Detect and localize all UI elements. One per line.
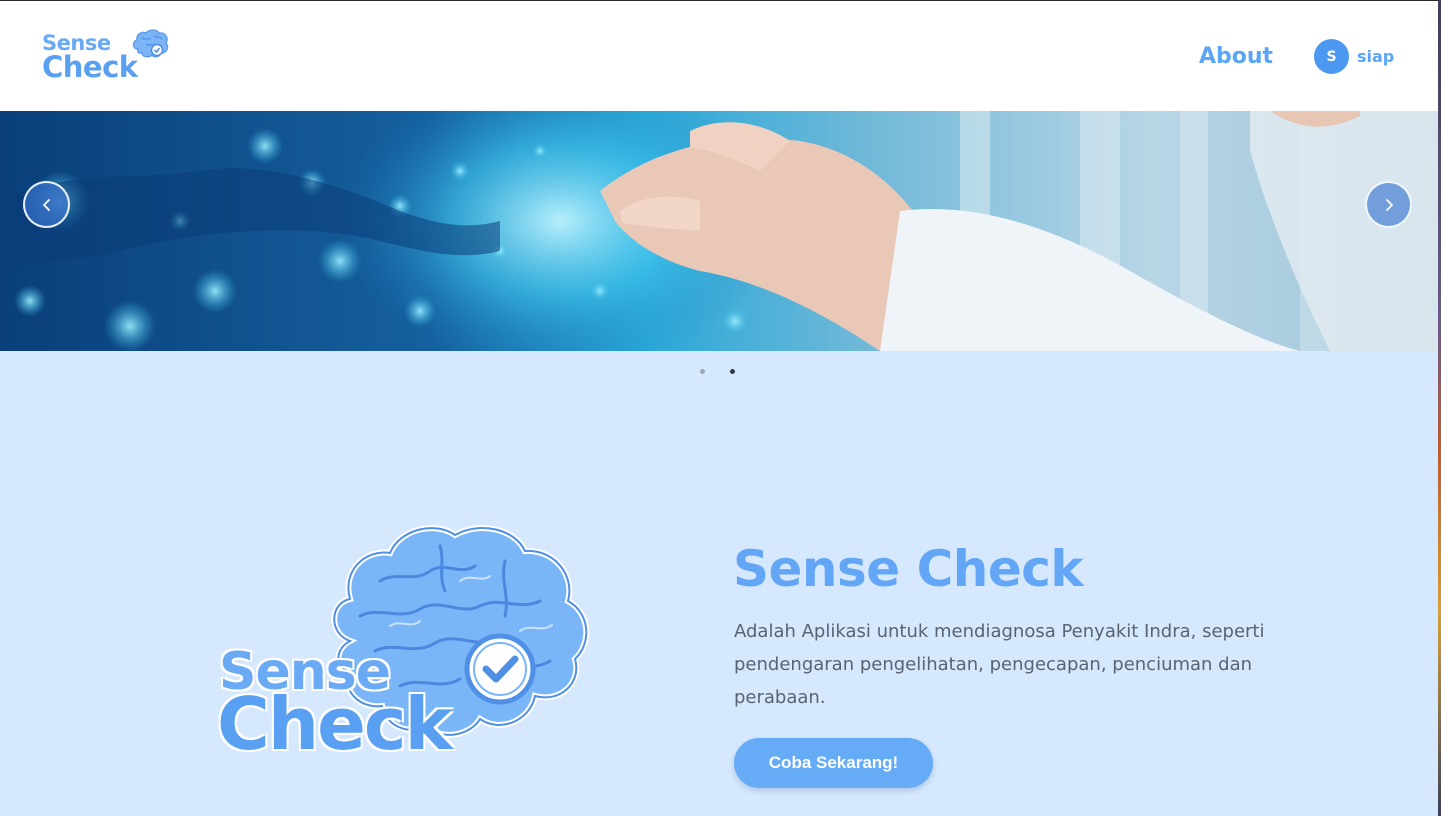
chevron-left-icon	[42, 198, 50, 211]
logo-text-check: Check	[42, 50, 138, 84]
brain-icon	[132, 29, 169, 58]
hero-carousel	[0, 111, 1438, 351]
nav-about-link[interactable]: About	[1199, 43, 1273, 71]
carousel-indicator-2[interactable]	[730, 369, 735, 374]
brand-logo[interactable]: Sense Check	[42, 29, 172, 85]
try-now-button[interactable]: Coba Sekarang!	[734, 738, 933, 788]
carousel-indicator-1[interactable]	[700, 369, 705, 374]
user-name: siap	[1357, 47, 1395, 66]
carousel-indicators	[700, 369, 760, 374]
carousel-next-button[interactable]	[1365, 181, 1412, 228]
carousel-slide-image	[0, 111, 1438, 351]
top-navbar: Sense Check About S siap	[0, 1, 1438, 111]
hero-logo-text-check: Check	[217, 682, 452, 766]
hero-title: Sense Check	[733, 540, 1084, 598]
hero-logo: Sense Check	[215, 521, 595, 761]
page: Sense Check About S siap Sense Check Sen…	[0, 0, 1438, 816]
avatar: S	[1314, 39, 1349, 74]
hero-description: Adalah Aplikasi untuk mendiagnosa Penyak…	[734, 621, 1265, 708]
chevron-right-icon	[1385, 198, 1393, 211]
carousel-prev-button[interactable]	[23, 181, 70, 228]
user-menu[interactable]: S siap	[1314, 39, 1394, 74]
